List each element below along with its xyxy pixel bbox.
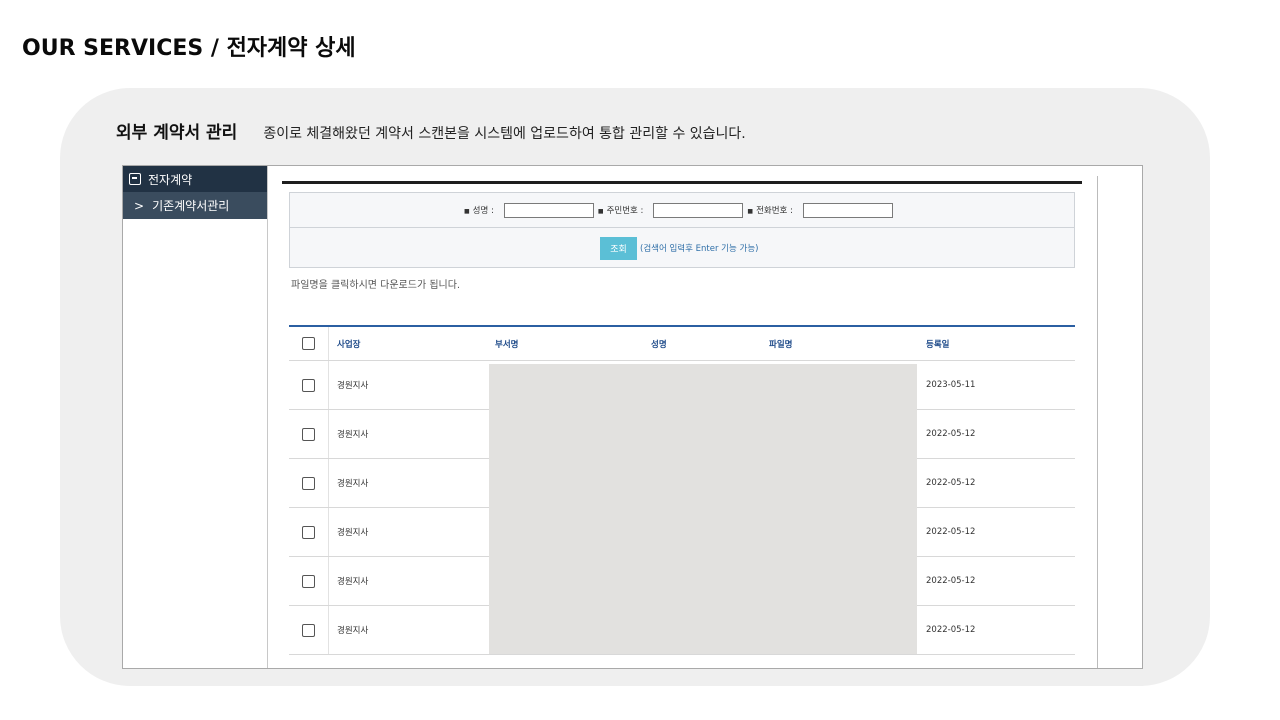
date-cell: 2022-05-12 bbox=[926, 429, 976, 439]
row-checkbox[interactable] bbox=[302, 476, 315, 490]
row-check-cell bbox=[289, 459, 329, 507]
column-header-date[interactable]: 등록일 bbox=[918, 338, 1075, 350]
page-title: OUR SERVICES / 전자계약 상세 bbox=[22, 36, 356, 61]
sidebar-item-label: 전자계약 bbox=[148, 172, 193, 187]
row-checkbox[interactable] bbox=[302, 623, 315, 637]
select-all-cell bbox=[289, 327, 329, 360]
section-description: 종이로 체결해왔던 계약서 스캔본을 시스템에 업로드하여 통합 관리할 수 있… bbox=[263, 126, 746, 142]
section-title: 외부 계약서 관리 bbox=[116, 123, 238, 143]
date-cell: 2022-05-12 bbox=[926, 576, 976, 586]
date-cell: 2023-05-11 bbox=[926, 380, 976, 390]
phone-label: 전화번호 : bbox=[747, 204, 793, 216]
main-content: 성명 : 주민번호 : 전화번호 : 조회 (검색어 입력후 Enter 기능 … bbox=[269, 166, 1099, 668]
date-cell: 2022-05-12 bbox=[926, 625, 976, 635]
search-fields-row: 성명 : 주민번호 : 전화번호 : bbox=[290, 193, 1074, 228]
site-cell: 경원지사 bbox=[337, 528, 369, 538]
column-header-name[interactable]: 성명 bbox=[643, 338, 761, 350]
section-header: 외부 계약서 관리 종이로 체결해왔던 계약서 스캔본을 시스템에 업로드하여 … bbox=[116, 118, 746, 143]
date-cell: 2022-05-12 bbox=[926, 527, 976, 537]
row-check-cell bbox=[289, 410, 329, 458]
search-actions-row: 조회 (검색어 입력후 Enter 기능 가능) bbox=[290, 228, 1074, 268]
site-cell: 경원지사 bbox=[337, 381, 369, 391]
search-form: 성명 : 주민번호 : 전화번호 : 조회 (검색어 입력후 Enter 기능 … bbox=[289, 192, 1075, 268]
sidebar-item-electronic-contract[interactable]: 전자계약 bbox=[123, 166, 267, 192]
content-right-border bbox=[1097, 176, 1098, 668]
chevron-right-icon: > bbox=[134, 198, 145, 213]
table-header-row: 사업장 부서명 성명 파일명 등록일 bbox=[289, 325, 1075, 361]
search-button[interactable]: 조회 bbox=[600, 236, 637, 260]
row-checkbox[interactable] bbox=[302, 574, 315, 588]
sidebar-item-label: 기존계약서관리 bbox=[152, 199, 230, 213]
date-cell: 2022-05-12 bbox=[926, 478, 976, 488]
column-header-department[interactable]: 부서명 bbox=[487, 338, 643, 350]
name-label: 성명 : bbox=[464, 204, 494, 216]
row-checkbox[interactable] bbox=[302, 378, 315, 392]
ssn-input[interactable] bbox=[653, 202, 744, 218]
row-check-cell bbox=[289, 361, 329, 409]
site-cell: 경원지사 bbox=[337, 479, 369, 489]
site-cell: 경원지사 bbox=[337, 577, 369, 587]
redaction-overlay bbox=[489, 364, 917, 654]
row-check-cell bbox=[289, 557, 329, 605]
download-note: 파일명을 클릭하시면 다운로드가 됩니다. bbox=[291, 280, 461, 291]
contract-icon bbox=[129, 173, 141, 185]
row-checkbox[interactable] bbox=[302, 525, 315, 539]
row-check-cell bbox=[289, 508, 329, 556]
top-divider bbox=[282, 181, 1082, 184]
select-all-checkbox[interactable] bbox=[302, 337, 315, 350]
column-header-site[interactable]: 사업장 bbox=[329, 338, 487, 350]
site-cell: 경원지사 bbox=[337, 626, 369, 636]
site-cell: 경원지사 bbox=[337, 430, 369, 440]
phone-input[interactable] bbox=[802, 202, 893, 218]
sidebar: 전자계약 > 기존계약서관리 bbox=[123, 166, 268, 668]
sidebar-item-existing-contracts[interactable]: > 기존계약서관리 bbox=[123, 192, 267, 219]
column-header-filename[interactable]: 파일명 bbox=[761, 338, 918, 350]
row-check-cell bbox=[289, 606, 329, 654]
search-hint: (검색어 입력후 Enter 기능 가능) bbox=[640, 244, 759, 254]
name-input[interactable] bbox=[503, 202, 594, 218]
ssn-label: 주민번호 : bbox=[598, 204, 644, 216]
row-checkbox[interactable] bbox=[302, 427, 315, 441]
app-screenshot-frame: 전자계약 > 기존계약서관리 성명 : 주민번호 : 전화번호 : 조회 (검색… bbox=[122, 165, 1143, 669]
